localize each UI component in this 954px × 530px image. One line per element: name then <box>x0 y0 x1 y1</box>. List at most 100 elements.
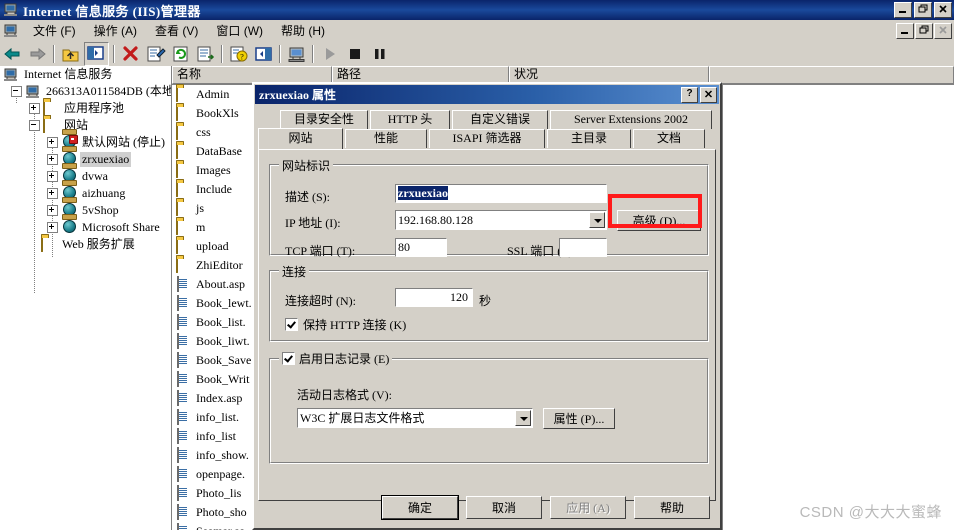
mdi-restore-button[interactable] <box>915 23 933 39</box>
tree-node-label: dvwa <box>82 169 108 183</box>
file-icon <box>176 465 192 483</box>
tab-website[interactable]: 网站 <box>258 128 343 149</box>
connection-timeout-input[interactable]: 120 <box>395 288 473 307</box>
svg-text:?: ? <box>240 52 244 61</box>
dialog-help-button[interactable]: ? <box>681 87 698 103</box>
dialog-controls: ? <box>681 87 717 103</box>
website-identification-title: 网站标识 <box>279 157 334 174</box>
tab-custom-errors[interactable]: 自定义错误 <box>452 110 548 129</box>
tab-server-extensions[interactable]: Server Extensions 2002 <box>550 110 712 129</box>
tree-node-zrxuexiao[interactable]: zrxuexiao <box>0 151 171 168</box>
log-properties-button[interactable]: 属性 (P)... <box>543 408 615 429</box>
advanced-button[interactable]: 高级 (D)... <box>617 210 701 231</box>
log-format-combobox[interactable]: W3C 扩展日志文件格式 <box>297 408 533 428</box>
folder-icon <box>176 123 192 141</box>
refresh-icon[interactable] <box>169 43 192 65</box>
window-restore-button[interactable] <box>914 2 932 18</box>
tree-node-iis-root[interactable]: Internet 信息服务 <box>0 66 171 83</box>
menu-action[interactable]: 操作 (A) <box>85 20 146 41</box>
expand-expander-icon[interactable] <box>47 171 58 182</box>
mdi-minimize-button[interactable] <box>896 23 914 39</box>
window-close-button[interactable] <box>934 2 952 18</box>
start-icon[interactable] <box>318 43 341 65</box>
tab-home-directory[interactable]: 主目录 <box>547 129 631 148</box>
list-item-label: Seamar.as <box>196 524 244 530</box>
toolbar-separator <box>113 44 115 63</box>
menubar: 文件 (F) 操作 (A) 查看 (V) 窗口 (W) 帮助 (H) <box>0 20 954 42</box>
file-icon <box>176 427 192 445</box>
list-item-label: Photo_lis <box>196 486 242 500</box>
list-item-label: m <box>196 220 206 234</box>
export-list-icon[interactable] <box>194 43 217 65</box>
tree-node-websites[interactable]: 网站 <box>0 116 171 134</box>
file-icon <box>176 332 192 350</box>
menu-file[interactable]: 文件 (F) <box>24 20 85 41</box>
tree-node-label: Microsoft Share <box>82 220 160 234</box>
back-arrow-icon[interactable] <box>1 43 24 65</box>
up-folder-icon[interactable] <box>59 43 82 65</box>
window-minimize-button[interactable] <box>894 2 912 18</box>
collapse-expander-icon[interactable] <box>11 86 22 97</box>
cancel-button[interactable]: 取消 <box>466 496 542 519</box>
file-icon <box>176 389 192 407</box>
tree-node-aizhuang[interactable]: aizhuang <box>0 185 171 202</box>
keep-http-alive-checkbox[interactable] <box>285 318 298 331</box>
console-tree[interactable]: Internet 信息服务 266313A011584DB (本地计 应用程序池 <box>0 66 172 530</box>
tab-performance[interactable]: 性能 <box>345 129 427 148</box>
help-button[interactable]: 帮助 <box>634 496 710 519</box>
new-window-icon[interactable] <box>252 43 275 65</box>
folder-icon <box>176 199 192 217</box>
expand-expander-icon[interactable] <box>47 154 58 165</box>
list-item-label: info_list. <box>196 410 240 424</box>
expand-expander-icon[interactable] <box>47 222 58 233</box>
tree-node-5vshop[interactable]: 5vShop <box>0 202 171 219</box>
pause-icon[interactable] <box>368 43 391 65</box>
tree-node-server[interactable]: 266313A011584DB (本地计 <box>0 83 171 100</box>
tree-node-label: 应用程序池 <box>64 101 125 115</box>
delete-x-icon[interactable] <box>119 43 142 65</box>
ip-address-label: IP 地址 (I): <box>285 216 341 230</box>
keep-http-alive-row[interactable]: 保持 HTTP 连接 (K) <box>285 316 406 333</box>
dialog-close-button[interactable] <box>700 87 717 103</box>
help-icon[interactable]: ? <box>227 43 250 65</box>
ip-address-combobox[interactable]: 192.168.80.128 <box>395 210 607 230</box>
enable-logging-checkbox[interactable] <box>282 352 295 365</box>
tree-node-label: 5vShop <box>82 203 119 217</box>
list-item-label: Book_Writ <box>196 372 250 386</box>
site-properties-dialog: zrxuexiao 属性 ? 目录安全性 HTTP 头 自定义错误 Server… <box>252 82 722 530</box>
tree-node-label: Internet 信息服务 <box>24 67 113 81</box>
ssl-port-input[interactable] <box>559 238 607 257</box>
logging-group-title-row[interactable]: 启用日志记录 (E) <box>279 350 393 367</box>
menu-window[interactable]: 窗口 (W) <box>207 20 272 41</box>
tab-isapi-filters[interactable]: ISAPI 筛选器 <box>429 129 545 148</box>
tab-documents[interactable]: 文档 <box>633 129 705 148</box>
tab-directory-security[interactable]: 目录安全性 <box>280 110 368 129</box>
folder-icon <box>176 180 192 198</box>
mdi-close-button[interactable] <box>934 23 952 39</box>
expand-expander-icon[interactable] <box>29 103 40 114</box>
tree-node-default-website[interactable]: 默认网站 (停止) <box>0 134 171 151</box>
chevron-down-icon[interactable] <box>515 410 531 426</box>
expand-expander-icon[interactable] <box>47 137 58 148</box>
menu-help[interactable]: 帮助 (H) <box>272 20 334 41</box>
expand-expander-icon[interactable] <box>47 205 58 216</box>
forward-arrow-icon[interactable] <box>26 43 49 65</box>
menu-view[interactable]: 查看 (V) <box>146 20 207 41</box>
tab-http-headers[interactable]: HTTP 头 <box>370 110 450 129</box>
show-hide-tree-icon[interactable] <box>84 41 109 66</box>
tree-node-app-pools[interactable]: 应用程序池 <box>0 99 171 117</box>
ok-button[interactable]: 确定 <box>382 496 458 519</box>
tree-node-web-service-extensions[interactable]: Web 服务扩展 <box>0 235 171 253</box>
expand-expander-icon[interactable] <box>47 188 58 199</box>
tcp-port-input[interactable]: 80 <box>395 238 447 257</box>
description-input[interactable]: zrxuexiao <box>395 184 607 203</box>
properties-icon[interactable] <box>144 43 167 65</box>
apply-button[interactable]: 应用 (A) <box>550 496 626 519</box>
window-title: Internet 信息服务 (IIS)管理器 <box>23 3 201 19</box>
chevron-down-icon[interactable] <box>589 212 605 228</box>
stop-icon[interactable] <box>343 43 366 65</box>
tree-node-microsoft-share[interactable]: Microsoft Share <box>0 219 171 236</box>
tree-node-dvwa[interactable]: dvwa <box>0 168 171 185</box>
connect-computer-icon[interactable] <box>285 43 308 65</box>
collapse-expander-icon[interactable] <box>29 120 40 131</box>
